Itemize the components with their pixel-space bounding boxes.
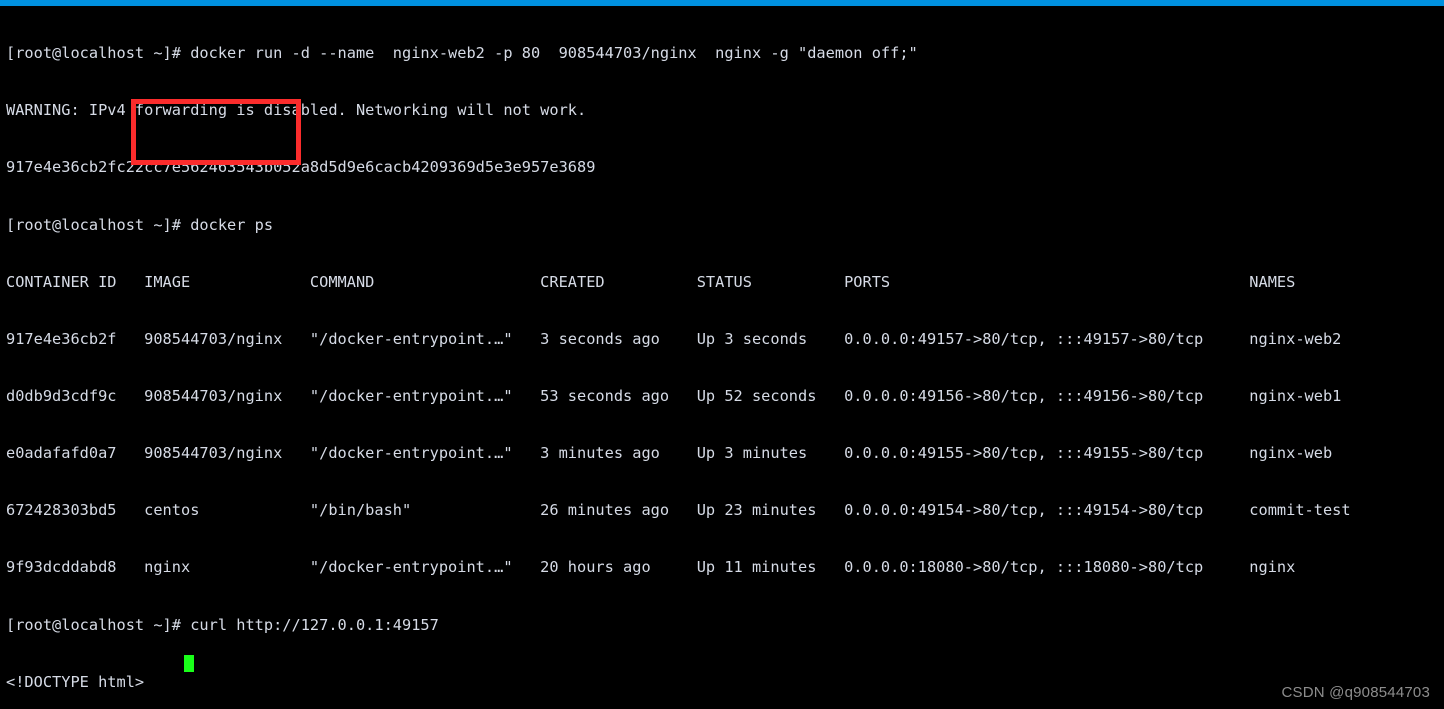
terminal-line: [root@localhost ~]# docker run -d --name…: [6, 44, 918, 63]
docker-ps-row: d0db9d3cdf9c 908544703/nginx "/docker-en…: [6, 386, 1342, 405]
docker-ps-row: 9f93dcddabd8 nginx "/docker-entrypoint.……: [6, 558, 1296, 577]
terminal-line: <!DOCTYPE html>: [6, 672, 145, 691]
terminal-line: WARNING: IPv4 forwarding is disabled. Ne…: [6, 101, 587, 120]
terminal-output[interactable]: [root@localhost ~]# docker run -d --name…: [0, 6, 1444, 709]
watermark-label: CSDN @q908544703: [1281, 684, 1430, 701]
docker-ps-row: 917e4e36cb2f 908544703/nginx "/docker-en…: [6, 329, 1342, 348]
docker-ps-header-row: CONTAINER ID IMAGE COMMAND CREATED STATU…: [6, 272, 1296, 291]
docker-ps-row: 672428303bd5 centos "/bin/bash" 26 minut…: [6, 501, 1351, 520]
terminal-cursor: [184, 655, 194, 672]
terminal-window[interactable]: [root@localhost ~]# docker run -d --name…: [0, 0, 1444, 709]
docker-ps-row: e0adafafd0a7 908544703/nginx "/docker-en…: [6, 444, 1333, 463]
terminal-line: [root@localhost ~]# docker ps: [6, 215, 274, 234]
terminal-line: [root@localhost ~]# curl http://127.0.0.…: [6, 615, 439, 634]
terminal-line: 917e4e36cb2fc22cc7e562463543b052a8d5d9e6…: [6, 158, 596, 177]
